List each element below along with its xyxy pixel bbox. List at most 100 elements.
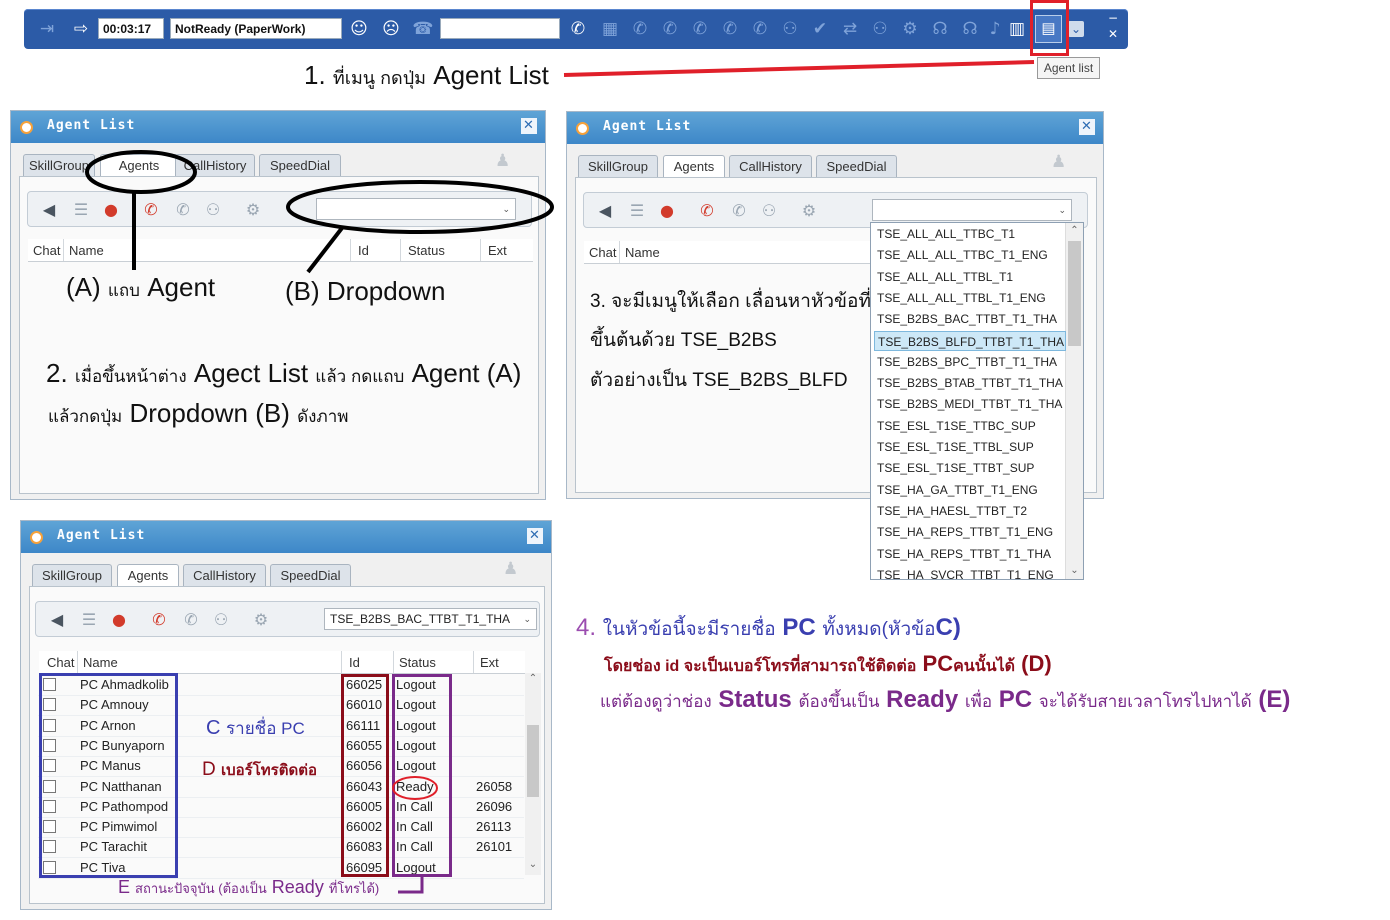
dropdown-option[interactable]: TSE_ALL_ALL_TTBC_T1_ENG (874, 245, 1066, 265)
step2-line1: 2. เมื่อขึ้นหน้าต่าง Agect List แล้ว กดแ… (46, 358, 522, 388)
close-icon[interactable]: ✕ (521, 118, 537, 134)
agent-list-highlight (1030, 0, 1069, 56)
pointer-line (563, 60, 1035, 77)
dropdown-scrollbar[interactable]: ⌃ ⌄ (1065, 223, 1083, 579)
hangup-icon[interactable]: ✆ (659, 18, 681, 40)
agent-status-field[interactable]: NotReady (PaperWork) (170, 18, 342, 39)
phone-number-input[interactable] (440, 18, 560, 39)
tab-skillgroup[interactable]: SkillGroup (578, 155, 658, 177)
scroll-down-icon[interactable]: ⌄ (525, 859, 541, 875)
dropdown-option[interactable]: TSE_B2BS_BAC_TTBT_T1_THA (874, 309, 1066, 329)
call-timer: 00:03:17 (98, 18, 164, 39)
step4-line1: 4. ในหัวข้อนี้จะมีรายชื่อ PC ทั้งหมด(หัว… (576, 614, 961, 641)
tab-skillgroup[interactable]: SkillGroup (32, 564, 112, 586)
agent-ext: 26058 (476, 778, 513, 794)
dropdown-option[interactable]: TSE_ALL_ALL_TTBL_T1_ENG (874, 288, 1066, 308)
chat-icon[interactable]: ☰ (626, 200, 648, 222)
label-b: (B) Dropdown (285, 276, 446, 306)
dropdown-option[interactable]: TSE_HA_SVCR_TTBT_T1_ENG (874, 565, 1066, 579)
window-title: Agent List (603, 119, 692, 134)
hold-icon[interactable]: ✆ (689, 18, 711, 40)
action-icon-bar: ◀ ☰ ● ✆ ✆ ⚇ ⚙ TSE_B2BS_BAC_TTBT_T1_THA ⌄ (35, 601, 540, 637)
dropdown-option[interactable]: TSE_B2BS_BLFD_TTBT_T1_THA (874, 330, 1066, 351)
table-scrollbar[interactable]: ⌃ ⌄ (525, 673, 541, 875)
group-icon[interactable]: ⚇ (210, 609, 232, 631)
login-icon[interactable]: ⇥ (36, 18, 58, 40)
scroll-thumb[interactable] (527, 725, 539, 797)
group-icon[interactable]: ⚇ (758, 200, 780, 222)
window-title: Agent List (57, 528, 146, 543)
dropdown-option[interactable]: TSE_HA_REPS_TTBT_T1_ENG (874, 522, 1066, 542)
statistics-icon[interactable]: ▥ (1006, 18, 1028, 40)
wrapup-icon[interactable]: ☎ (412, 18, 434, 40)
monitor-icon[interactable]: ☊ (929, 18, 951, 40)
ready-icon[interactable]: ☺ (348, 18, 370, 40)
tab-speeddial[interactable]: SpeedDial (270, 564, 351, 586)
dropdown-option[interactable]: TSE_ESL_T1SE_TTBL_SUP (874, 437, 1066, 457)
scroll-up-icon[interactable]: ⌃ (525, 673, 541, 689)
step3-line1: 3. จะมีเมนูให้เลือก เลื่อนหาหัวข้อที่ (590, 291, 871, 312)
scroll-down-icon[interactable]: ⌄ (1066, 563, 1083, 579)
conference-icon[interactable]: ⚇ (779, 18, 801, 40)
app-icon (30, 531, 43, 544)
dropdown-option[interactable]: TSE_B2BS_BPC_TTBT_T1_THA (874, 352, 1066, 372)
settings-icon[interactable]: ⚙ (899, 18, 921, 40)
dial-icon[interactable]: ✆ (567, 18, 589, 40)
grid-header: Chat Name Id Status Ext (39, 651, 525, 674)
tab-speeddial[interactable]: SpeedDial (816, 155, 897, 177)
dropdown-option[interactable]: TSE_HA_GA_TTBT_T1_ENG (874, 480, 1066, 500)
call-agent-icon[interactable]: ✆ (148, 609, 170, 631)
mute-icon[interactable]: ◀ (46, 609, 68, 631)
dropdown-option[interactable]: TSE_B2BS_BTAB_TTBT_T1_THA (874, 373, 1066, 393)
mute-icon[interactable]: ◀ (38, 199, 60, 221)
minimize-icon[interactable]: − (1102, 11, 1124, 25)
logout-icon[interactable]: ⇨ (70, 18, 92, 40)
keypad-icon[interactable]: ▦ (599, 18, 621, 40)
mute-icon[interactable]: ◀ (594, 200, 616, 222)
party-icon[interactable]: ⚇ (869, 18, 891, 40)
mic-icon[interactable]: ♪ (984, 18, 1006, 40)
chat-icon[interactable]: ☰ (78, 609, 100, 631)
transfer-agent-icon[interactable]: ✆ (728, 200, 750, 222)
title-bar: Agent List ✕ (11, 111, 545, 143)
transfer-agent-icon[interactable]: ✆ (180, 609, 202, 631)
skill-dropdown-list[interactable]: ⌃ ⌄ TSE_ALL_ALL_TTBC_T1 TSE_ALL_ALL_TTBC_… (870, 222, 1084, 580)
close-icon[interactable]: ✕ (1079, 119, 1095, 135)
close-icon[interactable]: ✕ (1102, 27, 1124, 41)
dropdown-option[interactable]: TSE_B2BS_MEDI_TTBT_T1_THA (874, 394, 1066, 414)
softphone-toolbar: ⇥ ⇨ 00:03:17 NotReady (PaperWork) ☺ ☹ ☎ … (24, 9, 1128, 49)
skill-dropdown[interactable]: ⌄ (872, 199, 1072, 221)
dropdown-option[interactable]: TSE_HA_HAESL_TTBT_T2 (874, 501, 1066, 521)
gear-icon[interactable]: ⚙ (798, 200, 820, 222)
dropdown-option[interactable]: TSE_ALL_ALL_TTBC_T1 (874, 224, 1066, 244)
complete-icon[interactable]: ✔ (809, 18, 831, 40)
tab-callhistory[interactable]: CallHistory (183, 564, 266, 586)
chevron-down-icon[interactable]: ⌄ (1068, 21, 1084, 37)
tab-agents[interactable]: Agents (663, 155, 725, 177)
swap-icon[interactable]: ⇄ (839, 18, 861, 40)
answer-icon[interactable]: ✆ (629, 18, 651, 40)
label-e: E สถานะปัจจุบัน (ต้องเป็น Ready ที่โทรได… (118, 877, 380, 897)
step3-line2: ขึ้นต้นด้วย TSE_B2BS (590, 330, 777, 351)
chat-bubble-icon[interactable]: ● (656, 200, 678, 222)
scroll-thumb[interactable] (1068, 241, 1081, 346)
headset-icon[interactable]: ☊ (959, 18, 981, 40)
retrieve-icon[interactable]: ✆ (719, 18, 741, 40)
call-agent-icon[interactable]: ✆ (696, 200, 718, 222)
transfer-icon[interactable]: ✆ (749, 18, 771, 40)
panel1-annotation-shapes (85, 150, 554, 274)
tab-agents[interactable]: Agents (117, 564, 179, 586)
not-ready-icon[interactable]: ☹ (380, 18, 402, 40)
gear-icon[interactable]: ⚙ (250, 609, 272, 631)
scroll-up-icon[interactable]: ⌃ (1066, 223, 1083, 239)
dropdown-option[interactable]: TSE_ESL_T1SE_TTBC_SUP (874, 416, 1066, 436)
tab-callhistory[interactable]: CallHistory (729, 155, 812, 177)
dropdown-option[interactable]: TSE_ESL_T1SE_TTBT_SUP (874, 458, 1066, 478)
skill-dropdown[interactable]: TSE_B2BS_BAC_TTBT_T1_THA ⌄ (324, 608, 537, 630)
agent-ext: 26101 (476, 839, 513, 855)
dropdown-option[interactable]: TSE_ALL_ALL_TTBL_T1 (874, 267, 1066, 287)
close-icon[interactable]: ✕ (527, 528, 543, 544)
col-status: Status (399, 655, 436, 670)
chat-bubble-icon[interactable]: ● (108, 609, 130, 631)
dropdown-option[interactable]: TSE_HA_REPS_TTBT_T1_THA (874, 544, 1066, 564)
